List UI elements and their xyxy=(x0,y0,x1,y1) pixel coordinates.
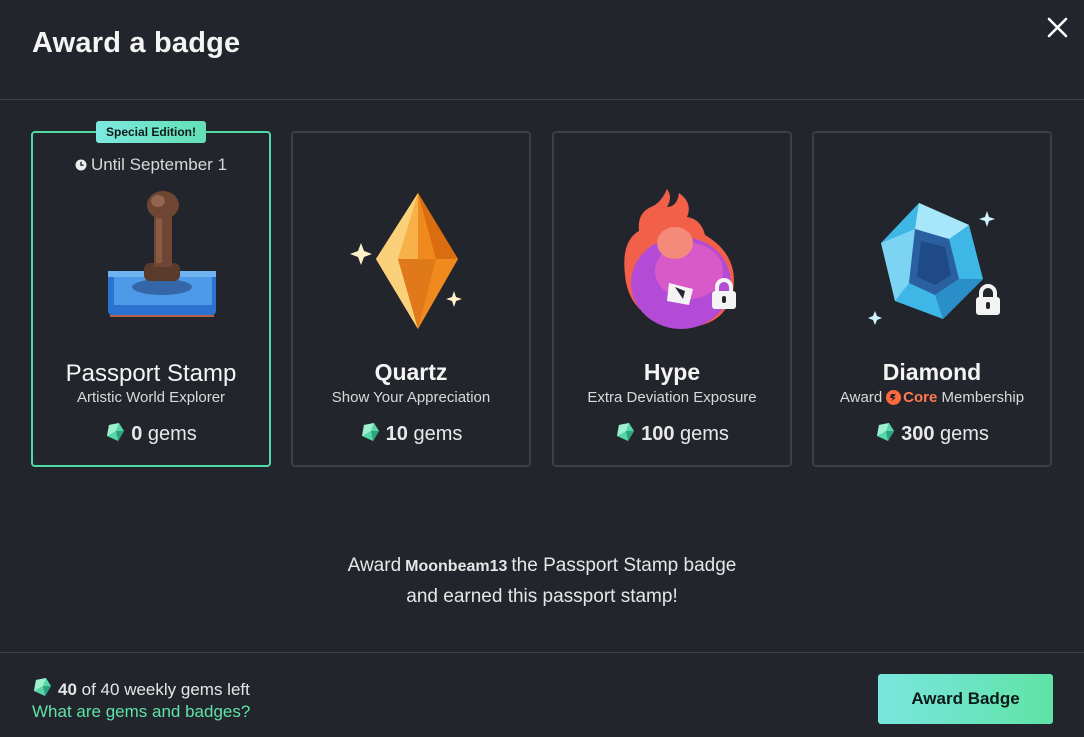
badge-subtitle: Artistic World Explorer xyxy=(76,389,226,406)
badge-price: 100 gems xyxy=(554,422,790,446)
badge-subtitle: Extra Deviation Exposure xyxy=(587,389,757,406)
special-edition-badge: Special Edition! xyxy=(96,121,207,143)
dialog-footer: 40 of 40 weekly gems left What are gems … xyxy=(0,652,1084,737)
badge-card-quartz[interactable]: Quartz Show Your Appreciation 10 gems xyxy=(291,131,531,467)
badge-card-hype[interactable]: Hype Extra Deviation Exposure 100 gems xyxy=(552,131,792,467)
until-text: Until September 1 xyxy=(90,155,228,174)
core-logo-icon xyxy=(886,390,902,409)
badge-card-passport-stamp[interactable]: Special Edition! Until September 1 Passp… xyxy=(31,121,271,467)
award-badge-button[interactable]: Award Badge xyxy=(878,674,1053,724)
quartz-crystal-icon xyxy=(336,183,486,333)
badge-subtitle: Award Core Membership xyxy=(814,389,1050,409)
availability-label: Until September 1 xyxy=(33,155,269,176)
badge-price: 0 gems xyxy=(33,422,269,446)
award-message-line-1: Award Moonbeam13 the Passport Stamp badge xyxy=(347,555,737,576)
badge-name: Quartz xyxy=(374,359,448,385)
recipient-username: Moonbeam13 xyxy=(405,558,508,575)
hype-flame-icon xyxy=(597,183,747,333)
badge-name: Diamond xyxy=(882,359,982,385)
dialog-header: Award a badge xyxy=(0,0,1084,100)
weekly-gems-remaining: 40 of 40 weekly gems left xyxy=(32,677,250,700)
badge-price: 300 gems xyxy=(814,422,1050,446)
award-message: Award Moonbeam13 the Passport Stamp badge … xyxy=(0,551,1084,612)
clock-icon xyxy=(75,156,87,176)
gem-icon xyxy=(32,677,52,697)
badge-name: Hype xyxy=(643,359,701,385)
diamond-icon xyxy=(857,183,1007,333)
close-icon[interactable] xyxy=(1040,10,1074,44)
award-message-line-2: and earned this passport stamp! xyxy=(406,586,678,607)
gem-icon xyxy=(105,422,125,442)
badge-subtitle: Show Your Appreciation xyxy=(331,389,491,406)
gem-icon xyxy=(360,422,380,442)
gem-icon xyxy=(875,422,895,442)
badge-name: Passport Stamp xyxy=(65,360,237,387)
gem-icon xyxy=(615,422,635,442)
gems-help-link[interactable]: What are gems and badges? xyxy=(32,702,250,722)
dialog-title: Award a badge xyxy=(32,27,241,59)
badge-price: 10 gems xyxy=(293,422,529,446)
passport-stamp-icon xyxy=(76,183,226,333)
badge-card-diamond[interactable]: Diamond Award Core Membership 300 gems xyxy=(812,131,1052,467)
